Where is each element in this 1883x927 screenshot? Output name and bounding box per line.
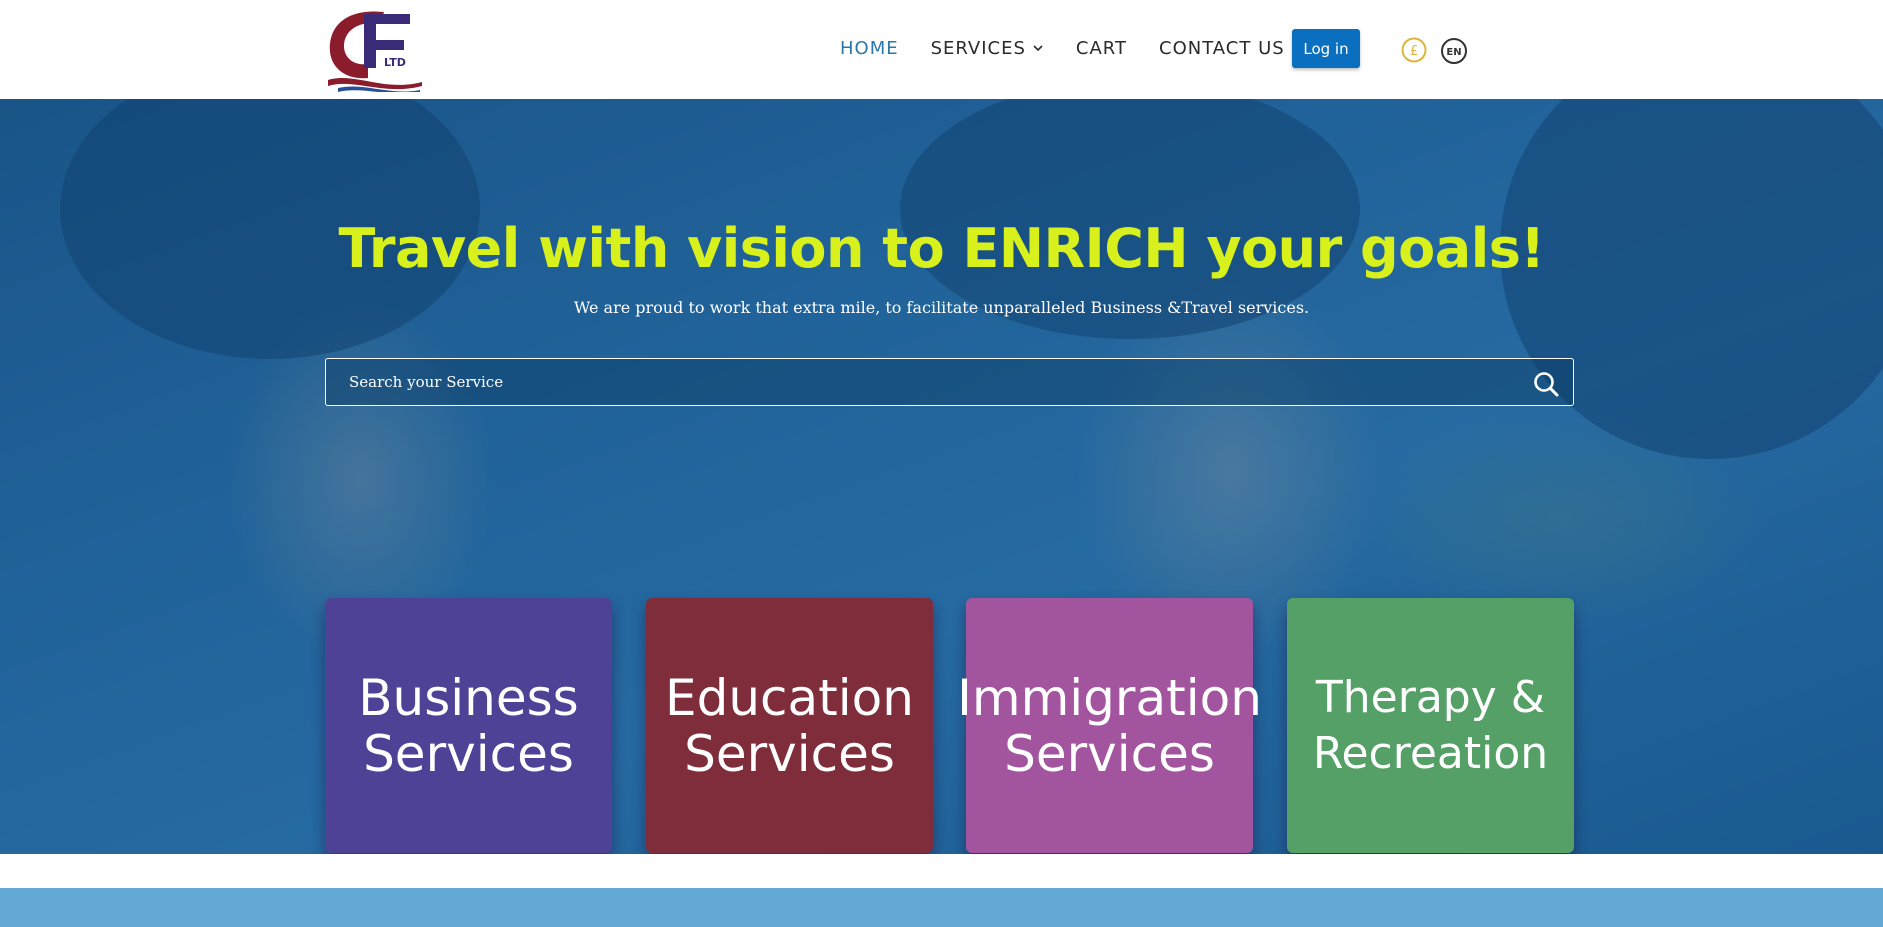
logo-ltd-text: LTD	[384, 56, 406, 69]
site-header: LTD HOME SERVICES CART CONTACT US Log in…	[0, 0, 1883, 99]
nav-home-label: HOME	[840, 37, 899, 59]
nav-cart[interactable]: CART	[1076, 38, 1127, 59]
service-search	[325, 358, 1574, 406]
search-icon[interactable]	[1533, 371, 1559, 397]
nav-home[interactable]: HOME	[840, 38, 899, 59]
language-label: EN	[1446, 47, 1461, 58]
section-strip	[0, 888, 1883, 927]
login-button[interactable]: Log in	[1292, 29, 1360, 68]
card-therapy-recreation[interactable]: Therapy & Recreation	[1287, 598, 1574, 853]
nav-contact-label: CONTACT US	[1159, 37, 1285, 59]
card-label: Immigration Services	[957, 668, 1262, 783]
hero-subtitle: We are proud to work that extra mile, to…	[573, 298, 1310, 317]
nav-contact-us[interactable]: CONTACT US	[1159, 38, 1285, 59]
main-nav: HOME SERVICES CART CONTACT US	[840, 36, 1285, 60]
search-input[interactable]	[326, 359, 1516, 405]
service-cards: Business Services Education Services Imm…	[325, 598, 1574, 853]
card-education-services[interactable]: Education Services	[646, 598, 933, 853]
card-label: Education Services	[665, 668, 914, 783]
card-business-services[interactable]: Business Services	[325, 598, 612, 853]
currency-pound-icon[interactable]: £	[1401, 37, 1427, 63]
card-immigration-services[interactable]: Immigration Services	[957, 598, 1262, 853]
nav-cart-label: CART	[1075, 37, 1127, 59]
language-icon[interactable]: EN	[1440, 37, 1468, 65]
chevron-down-icon	[1033, 45, 1043, 52]
card-label: Business Services	[358, 668, 579, 783]
nav-services[interactable]: SERVICES	[931, 38, 1044, 59]
currency-symbol: £	[1410, 44, 1418, 59]
hero-section: Travel with vision to ENRICH your goals!…	[0, 99, 1883, 854]
nav-services-label: SERVICES	[930, 37, 1026, 59]
company-logo[interactable]: LTD	[324, 6, 424, 92]
hero-title: Travel with vision to ENRICH your goals!	[338, 217, 1546, 280]
card-label: Therapy & Recreation	[1312, 671, 1549, 779]
